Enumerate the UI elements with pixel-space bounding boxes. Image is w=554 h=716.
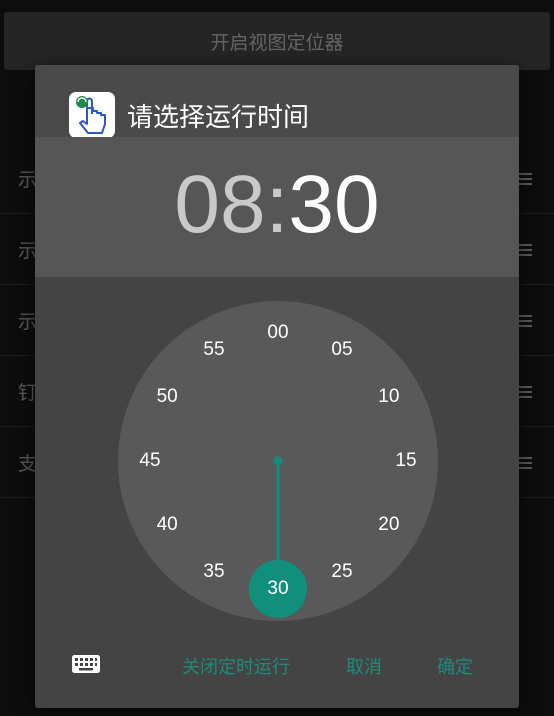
minute-tick-15[interactable]: 15 (386, 449, 426, 473)
minute-tick-30[interactable]: 30 (258, 577, 298, 601)
dialog-actions: 关闭定时运行 取消 确定 (35, 640, 519, 690)
clock-area: 00 05 10 15 20 25 30 35 40 45 50 55 (35, 277, 519, 627)
dialog-header: 请选择运行时间 (35, 65, 519, 138)
minute-tick-00[interactable]: 00 (258, 321, 298, 345)
minute-tick-05[interactable]: 05 (322, 338, 362, 362)
hour-display[interactable]: 08 (174, 159, 265, 250)
minute-tick-55[interactable]: 55 (194, 338, 234, 362)
minute-clock-dial[interactable]: 00 05 10 15 20 25 30 35 40 45 50 55 (118, 301, 438, 621)
clock-center-dot (273, 456, 283, 466)
minute-tick-50[interactable]: 50 (147, 385, 187, 409)
cancel-button[interactable]: 取消 (346, 653, 382, 679)
hand-tap-icon (69, 92, 115, 138)
minute-tick-25[interactable]: 25 (322, 560, 362, 584)
ok-button[interactable]: 确定 (437, 653, 473, 679)
minute-tick-20[interactable]: 20 (369, 513, 409, 537)
disable-schedule-button[interactable]: 关闭定时运行 (182, 653, 290, 679)
dialog-title: 请选择运行时间 (127, 103, 310, 133)
minute-tick-35[interactable]: 35 (194, 560, 234, 584)
keyboard-icon[interactable] (71, 654, 101, 674)
time-panel: 08:30 (35, 137, 519, 277)
minute-tick-10[interactable]: 10 (369, 385, 409, 409)
minute-display[interactable]: 30 (288, 159, 379, 250)
time-display: 08:30 (35, 155, 519, 255)
time-separator: : (265, 159, 289, 250)
minute-tick-45[interactable]: 45 (130, 449, 170, 473)
minute-tick-40[interactable]: 40 (147, 513, 187, 537)
time-picker-dialog: 请选择运行时间 08:30 00 05 10 15 20 25 30 35 40 45 50 55 (35, 65, 519, 708)
